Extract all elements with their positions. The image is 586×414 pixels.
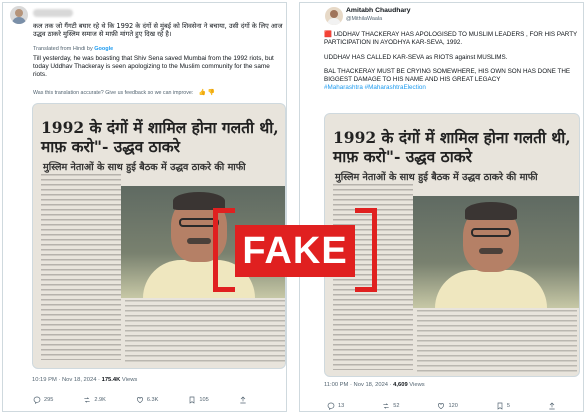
- repost-icon: [84, 397, 91, 403]
- like-button[interactable]: 120: [437, 402, 458, 410]
- repost-count: 2.9K: [94, 397, 106, 403]
- post-paragraph-2: UDDHAV HAS CALLED KAR-SEVA as RIOTS agai…: [324, 53, 508, 61]
- user-display-name[interactable]: Amitabh Chaudhary: [346, 7, 411, 14]
- clipping-headline: 1992 के दंगों में शामिल होना गलती थी, मा…: [41, 118, 279, 156]
- blurred-username: [33, 9, 73, 17]
- post-actions: 13 52 120 5: [327, 402, 556, 410]
- thumbs-icon[interactable]: 👍 👎: [199, 89, 216, 96]
- heart-icon: [438, 403, 445, 410]
- clipping-lower-text: [125, 300, 285, 362]
- left-post: कल तक जो गैंगटी बघार रहे थे कि 1992 के द…: [2, 2, 287, 412]
- hashtags-link[interactable]: #Maharashtra #MaharashtraElection: [324, 84, 580, 92]
- repost-button[interactable]: 52: [382, 402, 399, 410]
- translation-feedback: Was this translation accurate? Give us f…: [33, 89, 215, 96]
- post-text-english: Till yesterday, he was boasting that Shi…: [33, 55, 274, 78]
- reply-count: 13: [338, 403, 345, 409]
- post-actions: 295 2.9K 6.3K 105: [33, 396, 247, 404]
- fake-stamp: FAKE: [213, 208, 377, 292]
- fake-label: FAKE: [235, 225, 355, 277]
- reply-count: 295: [44, 397, 54, 403]
- user-avatar[interactable]: [325, 7, 343, 25]
- google-label: Google: [94, 46, 114, 52]
- stamp-bracket-left: [213, 208, 235, 292]
- repost-icon: [383, 403, 389, 409]
- heart-icon: [136, 397, 143, 404]
- post-paragraph-3: BAL THACKERAY MUST BE CRYING SOMEWHERE, …: [324, 68, 571, 84]
- post-timestamp[interactable]: 11:00 PM · Nov 18, 2024 ·: [324, 382, 393, 388]
- reply-button[interactable]: 295: [33, 396, 53, 404]
- bookmark-count: 5: [506, 403, 510, 409]
- bookmark-button[interactable]: 105: [188, 396, 209, 404]
- stamp-bracket-right: [355, 208, 377, 292]
- translation-note: Translated from Hindi by Google: [33, 46, 113, 52]
- bookmark-icon: [190, 396, 195, 404]
- post-meta: 10:19 PM · Nov 18, 2024 · 175.4K Views: [32, 377, 137, 383]
- clipping-text-column: [41, 174, 121, 360]
- bookmark-count: 105: [199, 397, 209, 403]
- post-paragraph-1: 🟥 UDDHAV THACKERAY HAS APOLOGISED TO MUS…: [324, 31, 578, 46]
- user-avatar[interactable]: [10, 6, 28, 24]
- feedback-text: Was this translation accurate? Give us f…: [33, 90, 194, 96]
- like-count: 120: [448, 403, 458, 409]
- views-count: 4,609: [393, 382, 408, 388]
- uddhav-photo: [413, 196, 579, 308]
- clipping-subhead: मुस्लिम नेताओं के साथ हुई बैठक में उद्धव…: [335, 172, 538, 183]
- share-icon: [549, 402, 555, 410]
- reply-button[interactable]: 13: [327, 402, 344, 410]
- post-timestamp[interactable]: 10:19 PM · Nov 18, 2024 ·: [32, 377, 102, 383]
- share-button[interactable]: [239, 396, 247, 404]
- share-button[interactable]: [548, 402, 556, 410]
- clipping-subhead: मुस्लिम नेताओं के साथ हुई बैठक में उद्धव…: [43, 162, 246, 173]
- bookmark-button[interactable]: 5: [496, 402, 510, 410]
- right-post: Amitabh Chaudhary @MithilaWaala 🟥 UDDHAV…: [299, 2, 584, 412]
- reply-icon: [33, 396, 41, 404]
- post-text-hindi: कल तक जो गैंगटी बघार रहे थे कि 1992 के द…: [33, 22, 283, 38]
- translated-label: Translated from Hindi by: [33, 46, 93, 52]
- views-label: Views: [120, 377, 138, 383]
- user-handle[interactable]: @MithilaWaala: [346, 16, 382, 22]
- like-button[interactable]: 6.3K: [136, 396, 159, 404]
- post-text: 🟥 UDDHAV THACKERAY HAS APOLOGISED TO MUS…: [324, 31, 580, 92]
- views-count: 175.4K: [101, 377, 121, 383]
- clipping-lower-text: [417, 310, 577, 372]
- bookmark-icon: [497, 402, 503, 410]
- views-label: Views: [407, 382, 425, 388]
- reply-icon: [327, 402, 335, 410]
- share-icon: [240, 396, 246, 404]
- repost-count: 52: [393, 403, 400, 409]
- like-count: 6.3K: [146, 397, 159, 403]
- post-meta: 11:00 PM · Nov 18, 2024 · 4,609 Views: [324, 382, 425, 388]
- repost-button[interactable]: 2.9K: [83, 396, 106, 404]
- clipping-headline: 1992 के दंगों में शामिल होना गलती थी, मा…: [333, 128, 571, 166]
